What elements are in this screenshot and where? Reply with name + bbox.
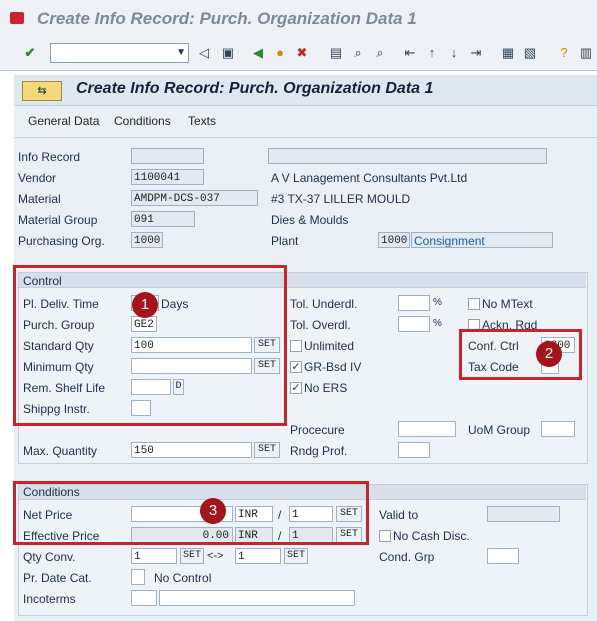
previous-page-icon[interactable]: ↑ [424, 45, 440, 61]
print-icon[interactable]: ▤ [328, 45, 344, 61]
screen-header: Create Info Record: Purch. Organization … [14, 75, 597, 106]
qty-conv-label: Qty Conv. [23, 550, 76, 564]
screen-title: Create Info Record: Purch. Organization … [76, 80, 434, 97]
info-record-field [131, 148, 204, 164]
menu-conditions[interactable]: Conditions [114, 114, 171, 128]
exit-icon[interactable]: ● [272, 45, 288, 61]
pr-date-cat-field[interactable] [131, 569, 145, 585]
cancel-icon[interactable]: ✖ [294, 45, 310, 61]
tol-underdl-pct: % [433, 297, 442, 308]
find-next-icon[interactable]: ⌕ [372, 45, 388, 61]
plant-name-field: Consignment [411, 232, 553, 248]
vendor-label: Vendor [18, 171, 57, 185]
incoterms-label: Incoterms [23, 592, 76, 606]
sap-logo-icon [10, 12, 24, 24]
tol-underdl-field[interactable] [398, 295, 430, 311]
menu-texts[interactable]: Texts [188, 114, 216, 128]
qty-conv-field-2[interactable]: 1 [235, 548, 281, 564]
rndg-prof-field[interactable] [398, 442, 430, 458]
material-label: Material [18, 192, 61, 206]
badge-2: 2 [536, 341, 562, 367]
divider [14, 137, 597, 138]
unlimited-checkbox[interactable] [290, 340, 302, 352]
incoterms-field-1[interactable] [131, 590, 157, 606]
material-name: #3 TX-37 LILLER MOULD [271, 192, 411, 206]
qty-conv-arrow: <-> [207, 550, 224, 562]
badge-1: 1 [132, 292, 158, 318]
qty-conv-unit-1: SET [180, 548, 204, 564]
purchasing-org-field: 1000 [131, 232, 163, 248]
tol-underdl-label: Tol. Underdl. [290, 297, 358, 311]
first-page-icon[interactable]: ⇤ [402, 45, 418, 61]
last-page-icon[interactable]: ⇥ [468, 45, 484, 61]
no-ers-label: No ERS [304, 381, 348, 395]
procedure-field[interactable] [398, 421, 456, 437]
uom-group-field[interactable] [541, 421, 575, 437]
enter-check-icon[interactable]: ✔ [22, 45, 38, 61]
highlight-box-conditions [13, 481, 369, 545]
layout-menu-icon[interactable]: ▥ [578, 45, 594, 61]
tol-overdl-label: Tol. Overdl. [290, 318, 351, 332]
plant-label: Plant [271, 234, 299, 248]
back-icon[interactable]: ◀ [250, 45, 266, 61]
standard-toolbar: ✔ ▼ ◁ ▣ ◀ ● ✖ ▤ ⌕ ⌕ ⇤ ↑ ↓ ⇥ ▦ ▧ ? ▥ [0, 38, 597, 71]
procedure-label: Procecure [290, 423, 345, 437]
purchasing-org-label: Purchasing Org. [18, 234, 105, 248]
vendor-field: 1100041 [131, 169, 204, 185]
next-page-icon[interactable]: ↓ [446, 45, 462, 61]
material-field: AMDPM-DCS-037 [131, 190, 258, 206]
menu-general-data[interactable]: General Data [28, 114, 99, 128]
no-cash-disc-label: No Cash Disc. [393, 529, 470, 543]
badge-3: 3 [200, 498, 226, 524]
uom-group-label: UoM Group [468, 423, 531, 437]
material-group-field: 091 [131, 211, 195, 227]
valid-to-label: Valid to [379, 508, 419, 522]
no-ers-checkbox[interactable]: ✓ [290, 382, 302, 394]
plant-field: 1000 [378, 232, 410, 248]
material-group-label: Material Group [18, 213, 98, 227]
header-toggle-icon[interactable]: ⇆ [22, 81, 62, 101]
tol-overdl-pct: % [433, 318, 442, 329]
chevron-down-icon[interactable]: ▼ [176, 47, 186, 58]
window-title: Create Info Record: Purch. Organization … [37, 9, 417, 28]
new-session-icon[interactable]: ▦ [500, 45, 516, 61]
cond-grp-label: Cond. Grp [379, 550, 435, 564]
shortcut-icon[interactable]: ▧ [522, 45, 538, 61]
vendor-name: A V Lanagement Consultants Pvt.Ltd [271, 171, 468, 185]
window-titlebar: Create Info Record: Purch. Organization … [0, 0, 597, 39]
info-record-desc-field [268, 148, 547, 164]
no-mtext-label: No MText [482, 297, 533, 311]
highlight-box-conf-tax [459, 329, 582, 380]
max-quantity-unit: SET [254, 442, 280, 458]
qty-conv-unit-2: SET [284, 548, 308, 564]
pr-date-cat-label: Pr. Date Cat. [23, 571, 92, 585]
help-icon[interactable]: ? [556, 45, 572, 61]
highlight-box-control [13, 265, 287, 426]
back-arrow-icon[interactable]: ◁ [196, 45, 212, 61]
tol-overdl-field[interactable] [398, 316, 430, 332]
gr-bsd-iv-label: GR-Bsd IV [304, 360, 362, 374]
command-field[interactable]: ▼ [50, 43, 189, 63]
unlimited-label: Unlimited [304, 339, 355, 353]
incoterms-field-2[interactable] [159, 590, 355, 606]
material-group-name: Dies & Moulds [271, 213, 349, 227]
no-control-label: No Control [154, 571, 212, 585]
no-cash-disc-checkbox[interactable] [379, 530, 391, 542]
max-quantity-label: Max. Quantity [23, 444, 98, 458]
gr-bsd-iv-checkbox[interactable]: ✓ [290, 361, 302, 373]
find-icon[interactable]: ⌕ [350, 45, 366, 61]
valid-to-field [487, 506, 560, 522]
max-quantity-field[interactable]: 150 [131, 442, 252, 458]
rndg-prof-label: Rndg Prof. [290, 444, 348, 458]
no-mtext-checkbox[interactable] [468, 298, 480, 310]
cond-grp-field[interactable] [487, 548, 519, 564]
info-record-label: Info Record [18, 150, 81, 164]
save-icon[interactable]: ▣ [220, 45, 236, 61]
qty-conv-field-1[interactable]: 1 [131, 548, 177, 564]
